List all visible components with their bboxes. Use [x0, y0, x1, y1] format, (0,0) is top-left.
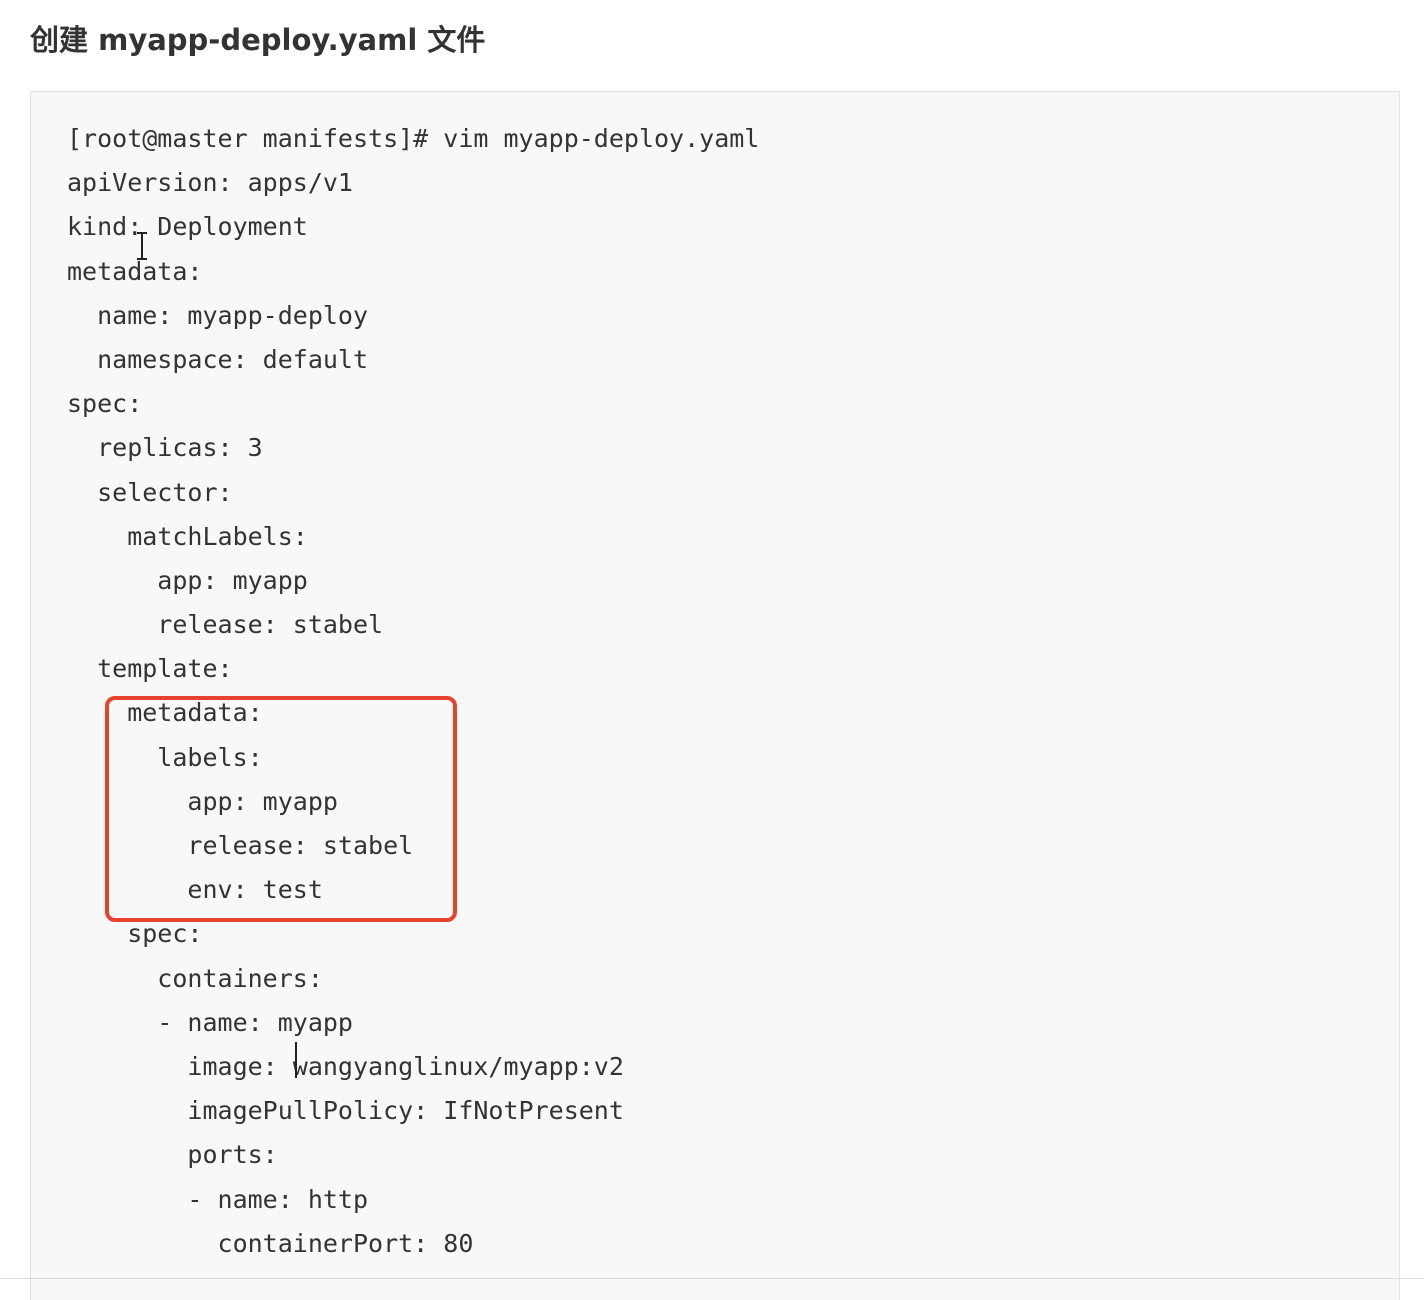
code-line: spec:	[67, 389, 143, 419]
code-line: - name: myapp	[67, 1007, 353, 1037]
bottom-divider	[0, 1278, 1424, 1279]
code-block[interactable]: [root@master manifests]# vim myapp-deplo…	[30, 91, 1400, 1300]
code-line: namespace: default	[67, 344, 369, 374]
code-line: containers:	[67, 963, 323, 993]
text-cursor-icon	[137, 232, 147, 260]
code-line: metadata:	[67, 256, 203, 286]
code-line: containerPort: 80	[67, 1228, 474, 1258]
code-line: name: myapp-deploy	[67, 300, 369, 330]
code-line: app: myapp	[67, 565, 308, 595]
code-line: kind: Deployment	[67, 212, 308, 242]
code-line: - name: http	[67, 1184, 369, 1214]
code-line: selector:	[67, 477, 233, 507]
code-line: template:	[67, 654, 233, 684]
code-line: imagePullPolicy: IfNotPresent	[67, 1096, 624, 1126]
code-content[interactable]: [root@master manifests]# vim myapp-deplo…	[67, 117, 759, 1266]
code-line: ports:	[67, 1140, 278, 1170]
code-line: [root@master manifests]# vim myapp-deplo…	[67, 124, 760, 153]
highlight-box	[105, 696, 457, 922]
code-line: release: stabel	[67, 610, 384, 640]
page-heading: 创建 myapp-deploy.yaml 文件	[30, 23, 486, 57]
code-line: matchLabels:	[67, 521, 308, 551]
text-caret	[295, 1042, 297, 1078]
code-line: replicas: 3	[67, 433, 263, 463]
code-line: apiVersion: apps/v1	[67, 168, 353, 198]
code-line: image: wangyanglinux/myapp:v2	[67, 1051, 624, 1081]
